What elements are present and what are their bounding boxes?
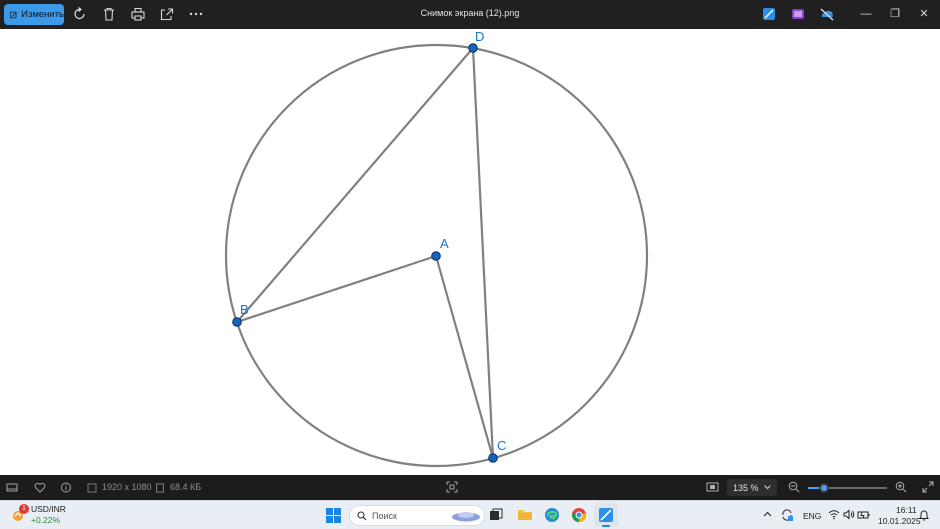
widget-change: +0.22%: [31, 515, 61, 525]
taskbar: 1 USD/INR +0.22% Поиск ENG 16:11 10.01.2…: [0, 500, 940, 529]
delete-icon[interactable]: [101, 6, 117, 22]
edit-button[interactable]: Изменить: [4, 4, 64, 25]
point-B: [232, 317, 242, 327]
favorite-icon[interactable]: [34, 482, 46, 493]
label-C: C: [497, 438, 506, 453]
file-explorer-icon[interactable]: [517, 507, 533, 522]
label-D: D: [475, 29, 484, 44]
clock-date[interactable]: 10.01.2025: [878, 516, 921, 526]
zoom-out-icon[interactable]: [788, 481, 800, 493]
taskbar-search-box[interactable]: Поиск: [349, 505, 485, 526]
label-A: A: [440, 236, 449, 251]
print-icon[interactable]: [130, 6, 146, 22]
battery-icon[interactable]: [857, 509, 870, 520]
notification-bell-icon[interactable]: [919, 509, 929, 521]
file-size-icon: [156, 483, 164, 493]
title-bar: Изменить Снимок экрана (12).png — ❐ ✕: [0, 0, 940, 29]
photos-icon: [599, 508, 613, 522]
status-bar: 1920 x 1080 68.4 КБ 135 %: [0, 475, 940, 500]
onedrive-icon[interactable]: [819, 6, 835, 22]
point-C: [488, 453, 498, 463]
active-indicator: [602, 525, 610, 527]
label-B: B: [240, 302, 249, 317]
point-A: [431, 251, 441, 261]
dimensions-icon: [87, 483, 97, 493]
filmstrip-icon[interactable]: [6, 482, 18, 493]
image-canvas: D A B C: [0, 29, 940, 475]
zoom-dropdown[interactable]: 135 %: [727, 479, 777, 496]
clock-time[interactable]: 16:11: [896, 505, 917, 515]
edge-icon[interactable]: [544, 507, 560, 523]
edit-image-icon: [10, 11, 17, 18]
chevron-down-icon: [764, 485, 771, 490]
minimize-button[interactable]: —: [857, 5, 875, 23]
windows-start-icon[interactable]: [326, 508, 341, 523]
notification-badge: 1: [19, 504, 29, 514]
fit-to-window-icon[interactable]: [446, 481, 458, 493]
file-size: 68.4 КБ: [170, 482, 202, 492]
photos-app-active[interactable]: [594, 503, 618, 527]
zoom-slider-thumb[interactable]: [819, 483, 829, 493]
rotate-icon[interactable]: [72, 6, 88, 22]
restore-button[interactable]: ❐: [886, 5, 904, 23]
sync-icon[interactable]: [780, 508, 794, 522]
geometry-figure: D A B C: [224, 29, 649, 468]
image-editor-icon[interactable]: [761, 6, 777, 22]
edit-button-label: Изменить: [21, 9, 64, 20]
actual-size-icon[interactable]: [706, 481, 719, 493]
point-D: [468, 43, 478, 53]
share-icon[interactable]: [159, 6, 175, 22]
language-indicator[interactable]: ENG: [803, 511, 821, 521]
more-icon[interactable]: [188, 6, 204, 22]
volume-icon[interactable]: [843, 509, 855, 520]
segment-BD: [236, 47, 474, 323]
image-dimensions: 1920 x 1080: [102, 482, 152, 492]
zoom-level: 135 %: [733, 482, 759, 493]
info-icon[interactable]: [60, 482, 72, 493]
wifi-icon[interactable]: [828, 509, 840, 520]
close-button[interactable]: ✕: [915, 5, 933, 23]
search-highlight-icon: [452, 512, 480, 522]
fullscreen-icon[interactable]: [922, 481, 934, 493]
search-placeholder: Поиск: [372, 511, 397, 521]
widget-button[interactable]: 1: [10, 504, 29, 524]
task-view-icon[interactable]: [489, 508, 503, 522]
chevron-up-icon[interactable]: [763, 510, 772, 519]
clipchamp-icon[interactable]: [790, 6, 806, 22]
chrome-icon[interactable]: [571, 507, 587, 523]
zoom-in-icon[interactable]: [895, 481, 907, 493]
widget-title: USD/INR: [31, 504, 66, 514]
search-icon: [357, 511, 367, 521]
